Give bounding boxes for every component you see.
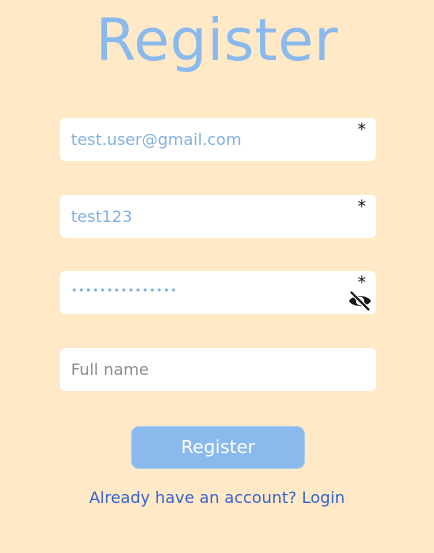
email-required-marker: *	[357, 120, 367, 140]
email-field[interactable]: test.user@gmail.com *	[60, 118, 376, 161]
email-value: test.user@gmail.com	[71, 130, 242, 149]
password-field[interactable]: ••••••••••••••• *	[60, 271, 376, 314]
login-link[interactable]: Already have an account? Login	[0, 486, 434, 510]
full-name-placeholder: Full name	[71, 360, 149, 379]
eye-off-icon[interactable]	[348, 289, 372, 313]
full-name-field[interactable]: Full name	[60, 348, 376, 391]
password-value: •••••••••••••••	[71, 284, 178, 297]
register-button[interactable]: Register	[131, 426, 305, 469]
username-required-marker: *	[357, 197, 367, 217]
username-field[interactable]: test123 *	[60, 195, 376, 238]
page-title: Register	[95, 6, 339, 74]
username-value: test123	[71, 207, 133, 226]
